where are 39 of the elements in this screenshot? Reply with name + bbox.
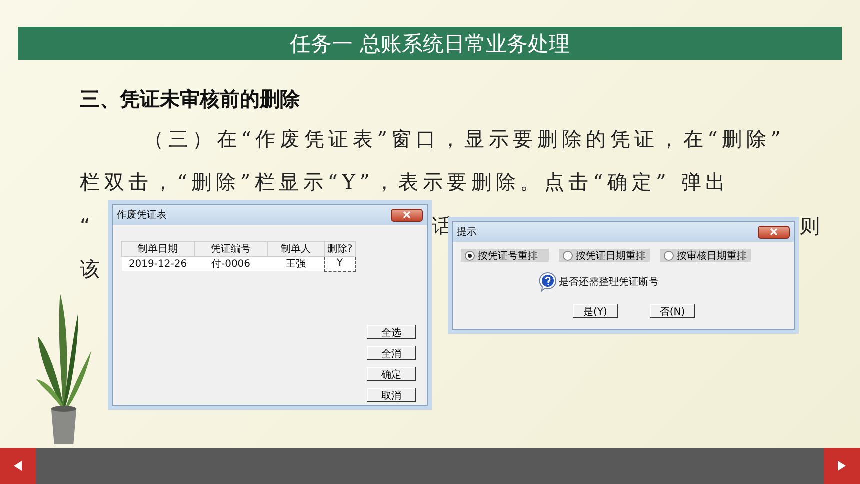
dialog-button[interactable]: 确定 bbox=[367, 367, 416, 381]
option-label: 按审核日期重排 bbox=[677, 250, 747, 262]
left-triangle-icon bbox=[12, 460, 24, 472]
radio-option[interactable]: 按凭证号重排 bbox=[461, 249, 549, 262]
option-label: 按凭证日期重排 bbox=[576, 250, 646, 262]
paragraph-line: 该 bbox=[80, 256, 104, 283]
column-header: 制单日期 bbox=[122, 242, 194, 256]
paragraph-line: 栏双击，“删除”栏显示“Y”，表示要删除。点击“确定” 弹出 bbox=[80, 169, 730, 196]
option-label: 按凭证号重排 bbox=[478, 250, 538, 262]
right-triangle-icon bbox=[836, 460, 848, 472]
dialog-button[interactable]: 取消 bbox=[367, 388, 416, 402]
dialog-message: 是否还需整理凭证断号 bbox=[559, 276, 659, 289]
table-cell: 王强 bbox=[268, 256, 324, 271]
radio-option[interactable]: 按凭证日期重排 bbox=[559, 249, 650, 262]
dialog-button[interactable]: 否(N) bbox=[650, 304, 695, 318]
column-header: 制单人 bbox=[268, 242, 324, 256]
table-cell: 付-0006 bbox=[194, 256, 268, 271]
text-fragment: 则 bbox=[800, 213, 820, 240]
question-icon bbox=[539, 272, 557, 292]
close-icon bbox=[770, 228, 778, 236]
close-button[interactable] bbox=[391, 208, 423, 222]
column-header: 凭证编号 bbox=[194, 242, 268, 256]
close-icon bbox=[403, 211, 411, 219]
slide-title: 任务一 总账系统日常业务处理 bbox=[290, 30, 570, 58]
dialog-button[interactable]: 全消 bbox=[367, 346, 416, 360]
dialog-button[interactable]: 全选 bbox=[367, 325, 416, 339]
dialog-title: 提示 bbox=[457, 226, 477, 239]
paragraph-line: （三）在“作废凭证表”窗口，显示要删除的凭证，在“删除” bbox=[144, 126, 786, 153]
dialog-title: 作废凭证表 bbox=[117, 208, 167, 222]
next-button[interactable] bbox=[824, 448, 860, 484]
table-cell[interactable]: Y bbox=[324, 256, 356, 271]
column-header: 删除? bbox=[324, 242, 356, 256]
text-fragment: “ bbox=[80, 213, 90, 240]
close-button[interactable] bbox=[758, 226, 790, 238]
section-heading: 三、凭证未审核前的删除 bbox=[80, 86, 300, 113]
dialog-button[interactable]: 是(Y) bbox=[573, 304, 618, 318]
radio-option[interactable]: 按审核日期重排 bbox=[660, 249, 751, 262]
table-cell: 2019-12-26 bbox=[122, 256, 194, 271]
previous-button[interactable] bbox=[0, 448, 36, 484]
